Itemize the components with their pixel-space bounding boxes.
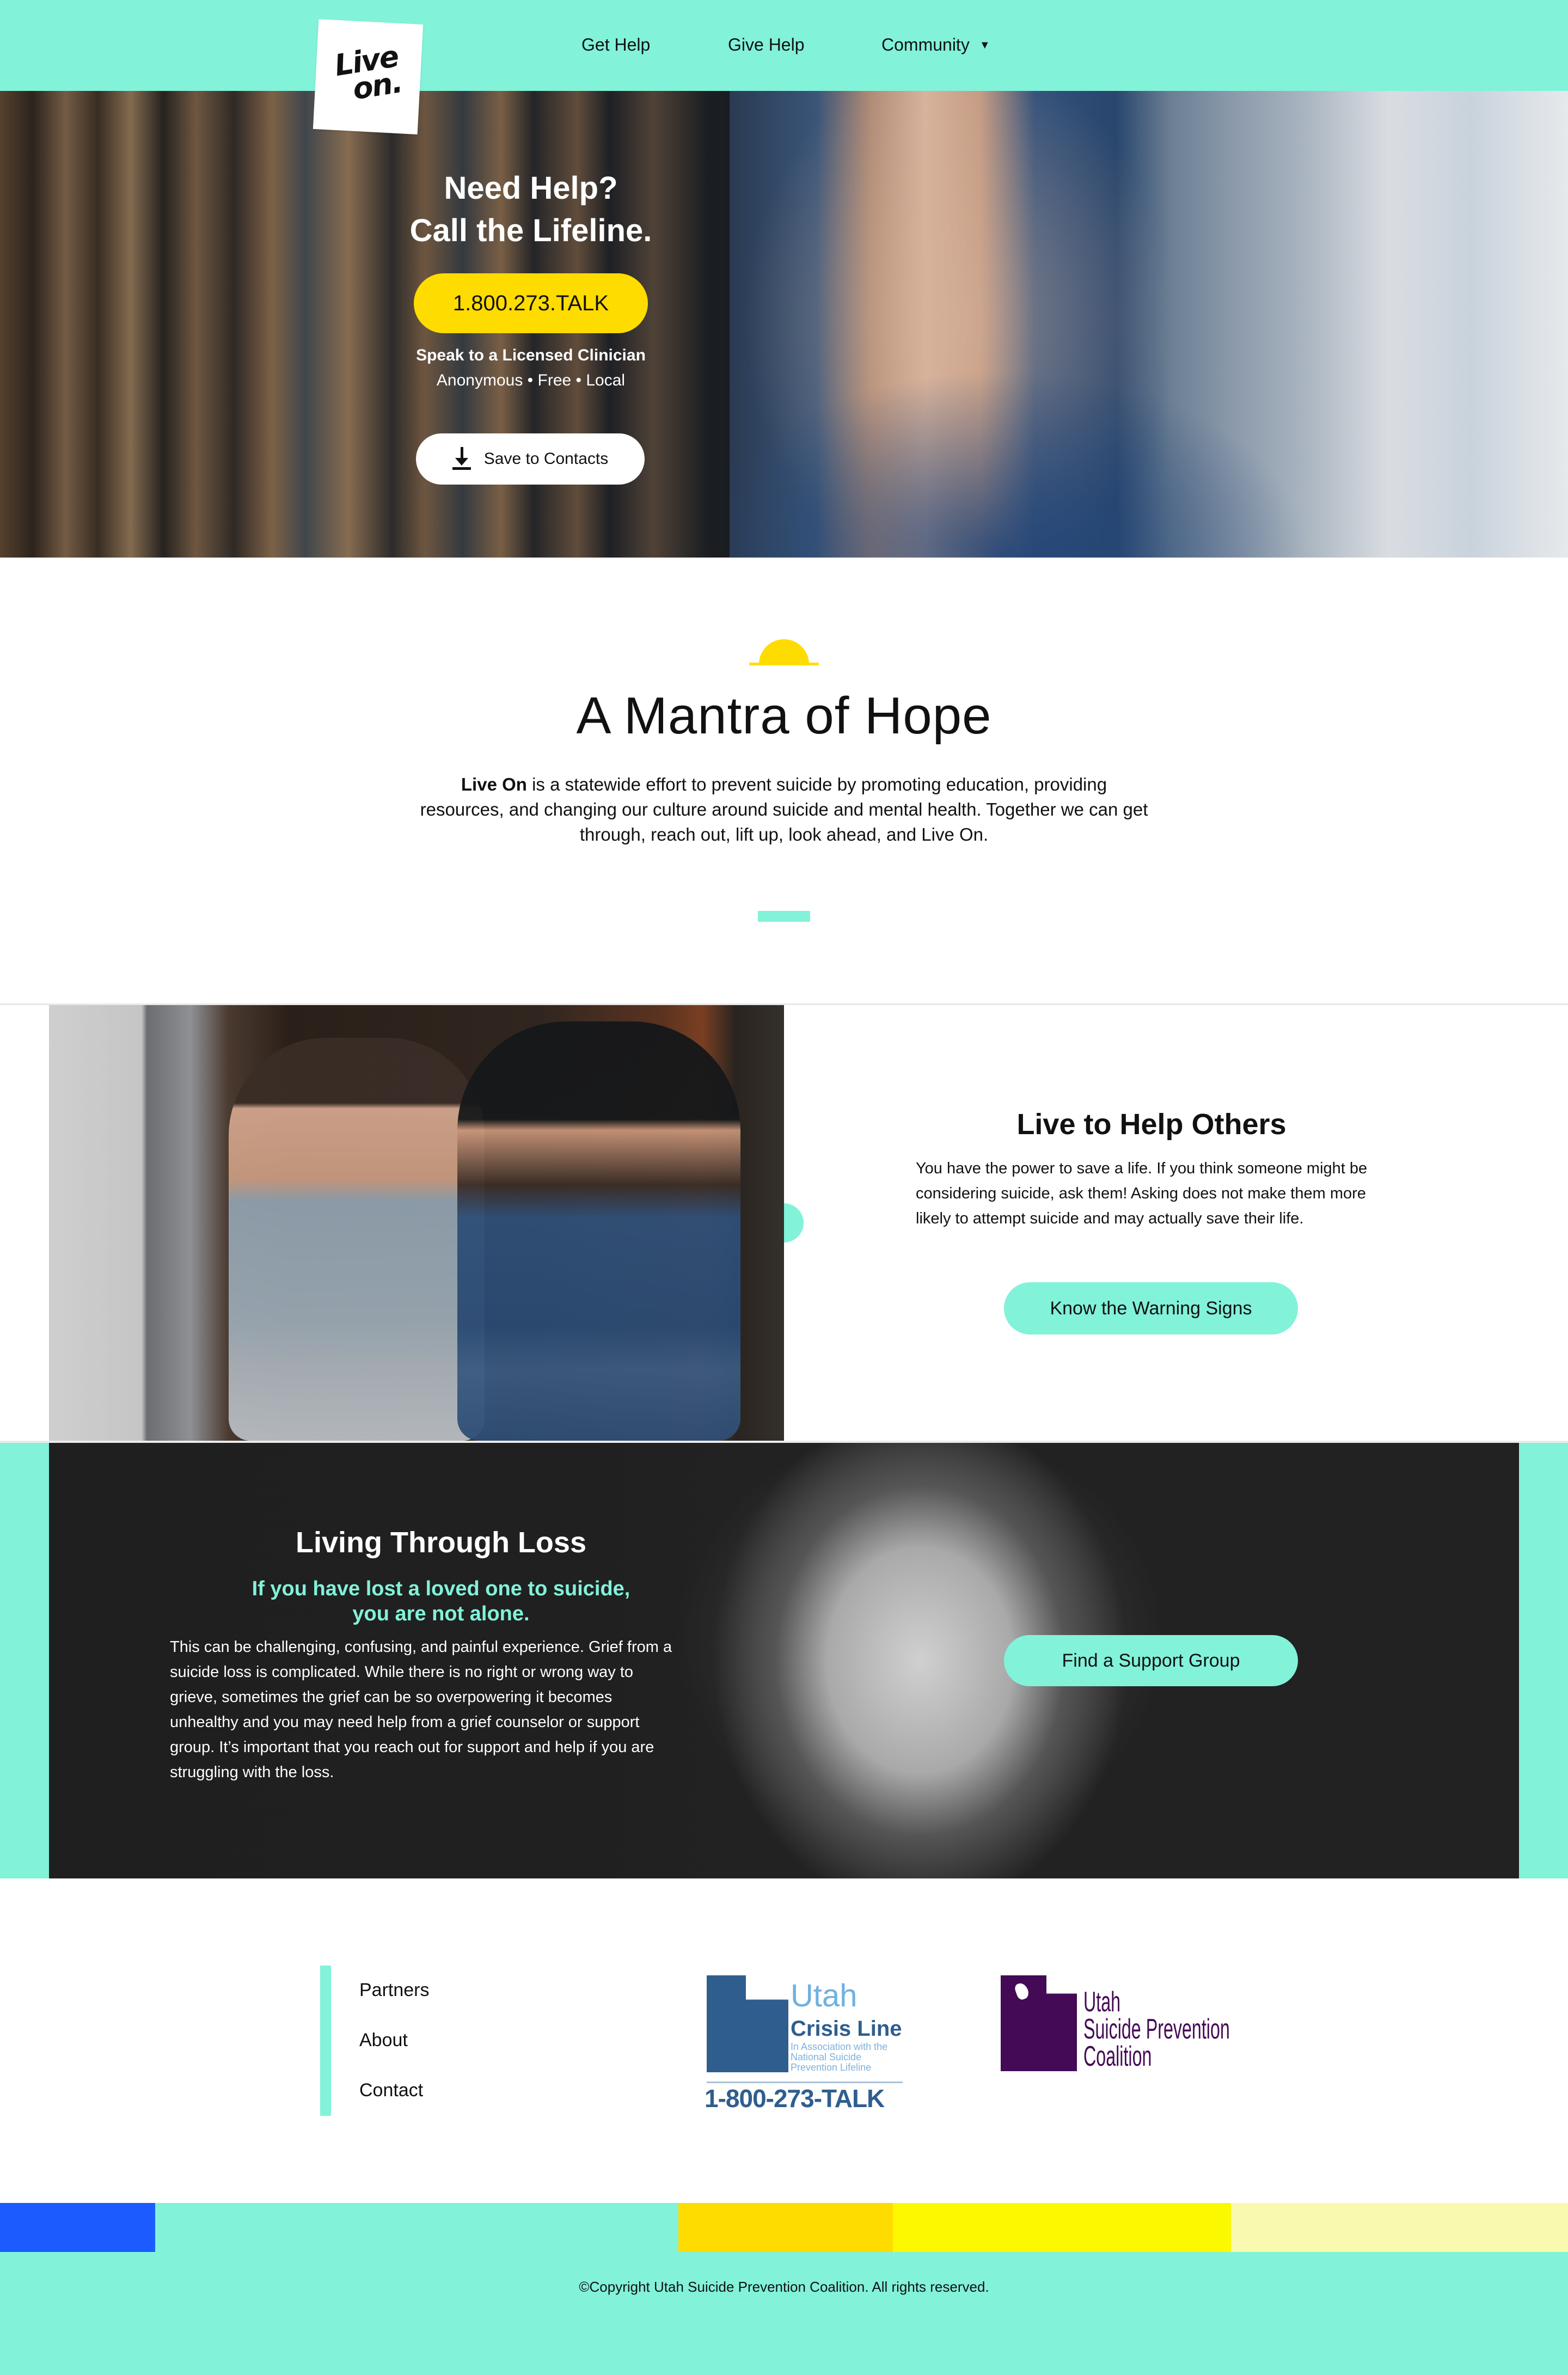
nav-get-help[interactable]: Get Help [581, 34, 650, 56]
color-strip-gold [678, 2203, 893, 2252]
ucl-utah-text: Utah [791, 1978, 857, 2013]
section-divider [758, 911, 810, 922]
ucl-divider [707, 2082, 903, 2083]
hero-photo-shirt [730, 325, 1437, 558]
hero-title: Need Help? Call the Lifeline. [338, 167, 724, 252]
nav-give-help[interactable]: Give Help [728, 34, 805, 56]
hero-title-line-2: Call the Lifeline. [409, 213, 652, 248]
save-to-contacts-button[interactable]: Save to Contacts [416, 433, 645, 485]
caret-down-icon: ▼ [979, 39, 990, 51]
living-through-loss-section: Living Through Loss If you have lost a l… [49, 1443, 1519, 1878]
ucl-crisis-line-text: Crisis Line [791, 2017, 902, 2041]
site-footer: ©Copyright Utah Suicide Prevention Coali… [0, 2252, 1568, 2375]
utah-suicide-prevention-coalition-logo[interactable]: Utah Suicide Prevention Coalition [1001, 1975, 1257, 2079]
logo-wordmark: Live on. [332, 39, 404, 107]
footer-links-accent-bar [320, 1966, 331, 2116]
help-others-title: Live to Help Others [1016, 1108, 1287, 1141]
photo-person-right [457, 1021, 740, 1441]
nav-community-label: Community [881, 35, 970, 54]
live-on-logo[interactable]: Live on. [313, 19, 424, 134]
utah-state-icon [1001, 1975, 1077, 2071]
call-lifeline-button[interactable]: 1.800.273.TALK [414, 273, 648, 333]
hero-subtitle: Speak to a Licensed Clinician [416, 346, 646, 364]
mantra-body-text: is a statewide effort to prevent suicide… [420, 774, 1148, 844]
photo-person-left [229, 1038, 485, 1441]
hero-title-line-1: Need Help? [444, 170, 618, 206]
loss-title: Living Through Loss [296, 1526, 586, 1559]
footer-link-contact[interactable]: Contact [359, 2078, 423, 2102]
great-salt-lake-icon [1013, 1981, 1031, 2001]
mantra-brand: Live On [461, 774, 527, 794]
save-to-contacts-label: Save to Contacts [483, 450, 609, 468]
color-strip-pale-yellow [1231, 2203, 1568, 2252]
loss-subtitle-line-1: If you have lost a loved one to suicide, [252, 1577, 630, 1600]
warning-signs-button[interactable]: Know the Warning Signs [1004, 1282, 1298, 1335]
utah-state-icon [707, 1975, 788, 2072]
loss-subtitle: If you have lost a loved one to suicide,… [169, 1576, 713, 1626]
loss-subtitle-line-2: you are not alone. [352, 1602, 530, 1625]
ucl-phone-number: 1-800-273-TALK [705, 2084, 885, 2113]
footer-link-about[interactable]: About [359, 2028, 408, 2052]
color-strip-blue [0, 2203, 155, 2252]
download-icon [452, 447, 471, 471]
uspc-wordmark: Utah Suicide Prevention Coalition [1083, 1988, 1320, 2072]
site-header: Get Help Give Help Community ▼ [0, 0, 1568, 91]
hero-tagline: Anonymous • Free • Local [436, 371, 626, 389]
sun-icon [749, 639, 819, 665]
find-support-group-button[interactable]: Find a Support Group [1004, 1635, 1298, 1686]
mantra-title: A Mantra of Hope [576, 687, 992, 745]
copyright-text: ©Copyright Utah Suicide Prevention Coali… [579, 2279, 989, 2295]
help-others-body: You have the power to save a life. If yo… [916, 1160, 1368, 1227]
color-strip-teal [155, 2203, 678, 2252]
color-strip-yellow [893, 2203, 1231, 2252]
uspc-line-3: Coalition [1083, 2041, 1152, 2072]
footer-link-partners[interactable]: Partners [359, 1978, 430, 2002]
mantra-body: Live On is a statewide effort to prevent… [419, 772, 1149, 847]
loss-body: This can be challenging, confusing, and … [170, 1638, 672, 1781]
nav-community[interactable]: Community ▼ [881, 34, 990, 56]
utah-crisis-line-logo[interactable]: Utah Crisis Line In Association with the… [702, 1971, 909, 2113]
hero-section: Need Help? Call the Lifeline. 1.800.273.… [0, 91, 1568, 558]
two-men-photo [49, 1005, 784, 1441]
ucl-association-text: In Association with the National Suicide… [791, 2041, 888, 2073]
